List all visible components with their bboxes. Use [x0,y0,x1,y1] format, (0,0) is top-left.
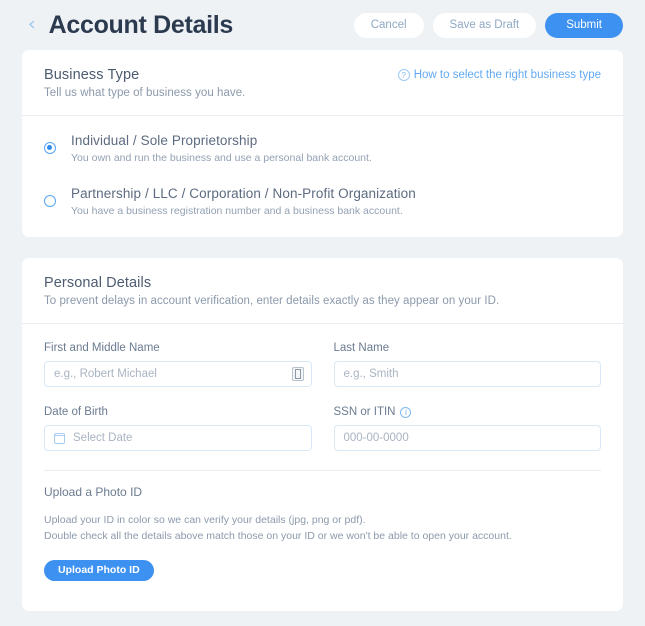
first-name-label: First and Middle Name [44,342,160,354]
dob-ssn-field-row: Date of Birth Select Date SSN or ITIN i … [44,406,601,451]
first-name-input[interactable]: e.g., Robert Michael [44,361,312,387]
business-type-option-company[interactable]: Partnership / LLC / Corporation / Non-Pr… [44,186,601,217]
business-type-title: Business Type [44,67,140,83]
page-title: Account Details [48,10,234,39]
info-circle-icon[interactable]: i [400,406,412,418]
business-type-help-label: How to select the right business type [413,69,601,81]
business-type-subtitle: Tell us what type of business you have. [44,87,246,99]
save-as-draft-button[interactable]: Save as Draft [432,12,537,38]
upload-photo-id-section: Upload a Photo ID Upload your ID in colo… [22,471,623,611]
name-field-row: First and Middle Name e.g., Robert Micha… [44,342,601,387]
page-header: ‹ Account Details Cancel Save as Draft S… [0,0,645,50]
submit-button[interactable]: Submit [545,12,623,38]
option-description: You own and run the business and use a p… [71,152,372,164]
option-text-block: Individual / Sole Proprietorship You own… [71,133,372,164]
last-name-placeholder: e.g., Smith [343,368,399,380]
question-circle-icon: ? [397,69,410,81]
business-type-options: Individual / Sole Proprietorship You own… [22,116,623,237]
ssn-label-text: SSN or ITIN [333,406,396,418]
upload-instruction-line-2: Double check all the details above match… [44,530,512,543]
calendar-icon [54,432,65,444]
ssn-input[interactable]: 000-00-0000 [333,425,601,451]
last-name-field: Last Name e.g., Smith [333,342,601,387]
upload-photo-id-button[interactable]: Upload Photo ID [44,559,154,581]
last-name-input[interactable]: e.g., Smith [333,361,601,387]
personal-details-card: Personal Details To prevent delays in ac… [22,258,623,611]
back-chevron-icon[interactable]: ‹ [28,14,36,34]
business-type-heading-block: Business Type Tell us what type of busin… [44,67,245,99]
personal-details-title: Personal Details [44,275,152,291]
radio-icon-unselected[interactable] [44,195,56,207]
option-label: Partnership / LLC / Corporation / Non-Pr… [71,186,416,201]
ssn-field: SSN or ITIN i 000-00-0000 [333,406,602,451]
business-type-header: Business Type Tell us what type of busin… [22,50,623,115]
personal-details-form: First and Middle Name e.g., Robert Micha… [22,324,623,451]
business-type-option-individual[interactable]: Individual / Sole Proprietorship You own… [44,133,601,164]
input-indicator-icon[interactable] [291,367,304,381]
date-of-birth-field: Date of Birth Select Date [44,406,312,451]
business-type-help-link[interactable]: ? How to select the right business type [397,69,601,81]
business-type-card: Business Type Tell us what type of busin… [22,50,623,237]
option-label: Individual / Sole Proprietorship [71,133,258,148]
header-actions: Cancel Save as Draft Submit [353,12,623,38]
date-of-birth-placeholder: Select Date [73,432,133,444]
ssn-placeholder: 000-00-0000 [343,432,409,444]
first-name-field: First and Middle Name e.g., Robert Micha… [44,342,312,387]
first-name-placeholder: e.g., Robert Michael [54,368,157,380]
option-description: You have a business registration number … [71,205,403,217]
personal-details-subtitle: To prevent delays in account verificatio… [44,295,500,307]
cancel-button[interactable]: Cancel [353,12,424,38]
last-name-label: Last Name [333,342,390,354]
date-of-birth-label: Date of Birth [44,406,108,418]
ssn-label: SSN or ITIN i [334,406,602,418]
date-of-birth-input[interactable]: Select Date [44,425,312,451]
option-text-block: Partnership / LLC / Corporation / Non-Pr… [71,186,416,217]
personal-details-header: Personal Details To prevent delays in ac… [22,258,623,323]
personal-details-heading-block: Personal Details To prevent delays in ac… [44,275,499,307]
upload-photo-id-title: Upload a Photo ID [44,485,143,499]
radio-icon-selected[interactable] [44,142,56,154]
upload-instruction-line-1: Upload your ID in color so we can verify… [44,514,366,526]
